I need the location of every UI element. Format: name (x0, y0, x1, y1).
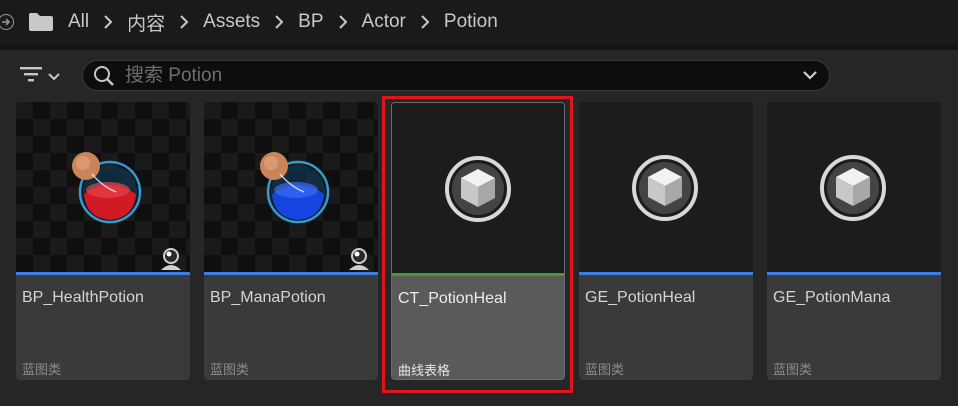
asset-info: BP_HealthPotion 蓝图类 (16, 275, 190, 380)
breadcrumb-bp[interactable]: BP (298, 11, 323, 33)
history-nav-icon[interactable] (0, 14, 14, 30)
cube-icon (631, 154, 699, 227)
cube-icon (819, 154, 887, 227)
search-input[interactable] (123, 63, 803, 88)
asset-thumbnail (392, 103, 564, 273)
blue-potion-icon (256, 146, 332, 231)
asset-info: CT_PotionHeal 曲线表格 (392, 276, 564, 379)
asset-name: BP_HealthPotion (22, 289, 144, 306)
asset-type: 蓝图类 (210, 362, 250, 377)
asset-type: 蓝图类 (585, 362, 625, 377)
asset-thumbnail (204, 102, 378, 272)
breadcrumb-assets[interactable]: Assets (203, 11, 260, 33)
chevron-right-icon (338, 15, 348, 29)
chevron-right-icon (103, 15, 113, 29)
asset-thumbnail (579, 102, 753, 272)
chevron-down-icon (48, 68, 60, 86)
asset-info: GE_PotionHeal 蓝图类 (579, 275, 753, 380)
asset-type: 蓝图类 (773, 362, 813, 377)
asset-info: BP_ManaPotion 蓝图类 (204, 275, 378, 380)
asset-info: GE_PotionMana 蓝图类 (767, 275, 941, 380)
search-toolbar (0, 50, 958, 98)
breadcrumb-content[interactable]: 内容 (127, 9, 165, 36)
breadcrumb-potion[interactable]: Potion (444, 11, 498, 33)
cube-icon (444, 155, 512, 228)
search-options-chevron-icon[interactable] (803, 71, 817, 80)
asset-thumbnail (16, 102, 190, 272)
asset-name: CT_PotionHeal (398, 290, 507, 307)
asset-type: 曲线表格 (398, 363, 451, 378)
asset-tile-ct-potionheal[interactable]: CT_PotionHeal 曲线表格 (391, 102, 565, 380)
search-icon (93, 65, 115, 87)
breadcrumb-bar: All 内容 Assets BP Actor Potion (0, 0, 958, 44)
asset-tile-bp-healthpotion[interactable]: BP_HealthPotion 蓝图类 (16, 102, 190, 380)
asset-thumbnail (767, 102, 941, 272)
folder-icon[interactable] (28, 12, 54, 32)
breadcrumb-actor[interactable]: Actor (362, 11, 406, 33)
breadcrumb-all[interactable]: All (68, 11, 89, 33)
filter-icon (20, 66, 42, 87)
asset-name: GE_PotionMana (773, 289, 891, 306)
filter-button[interactable] (20, 66, 60, 87)
chevron-right-icon (420, 15, 430, 29)
asset-name: GE_PotionHeal (585, 289, 696, 306)
asset-tile-ge-potionheal[interactable]: GE_PotionHeal 蓝图类 (579, 102, 753, 380)
asset-name: BP_ManaPotion (210, 289, 326, 306)
chevron-right-icon (274, 15, 284, 29)
asset-grid: BP_HealthPotion 蓝图类 BP_ManaPotion 蓝图类 CT… (0, 98, 958, 406)
asset-tile-ge-potionmana[interactable]: GE_PotionMana 蓝图类 (767, 102, 941, 380)
chevron-right-icon (179, 15, 189, 29)
asset-tile-bp-manapotion[interactable]: BP_ManaPotion 蓝图类 (204, 102, 378, 380)
red-potion-icon (68, 146, 144, 231)
asset-type: 蓝图类 (22, 362, 62, 377)
search-box[interactable] (82, 60, 830, 91)
